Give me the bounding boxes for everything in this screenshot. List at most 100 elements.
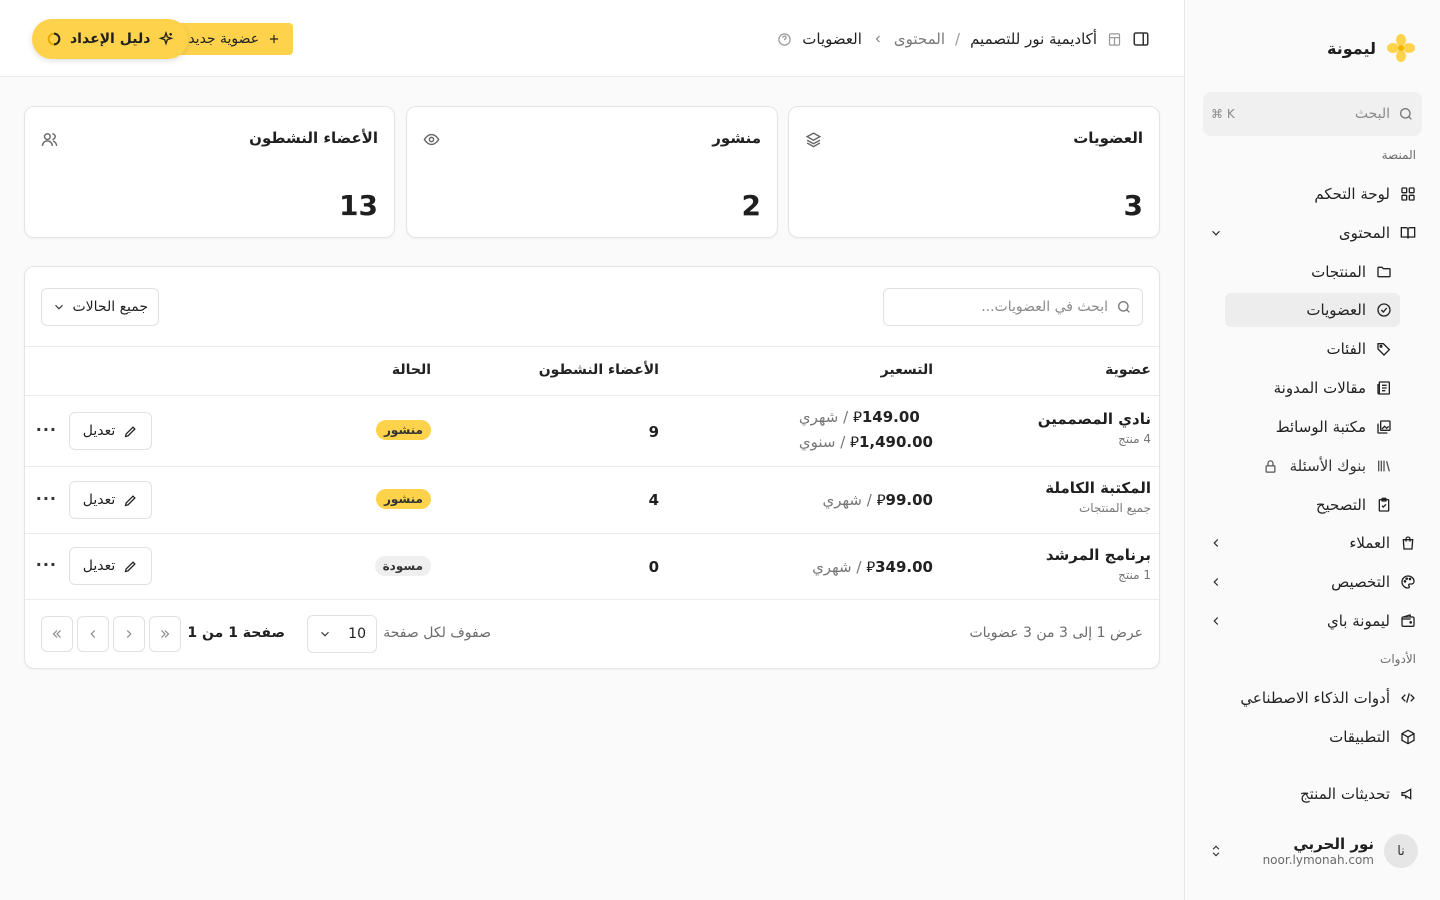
membership-cell: برنامج المرشد 1 منتج — [1046, 546, 1151, 582]
sidebar-item-products[interactable]: المنتجات — [1225, 255, 1400, 289]
table-search[interactable] — [883, 288, 1143, 326]
column-status[interactable]: الحالة — [392, 362, 431, 378]
rows-per-page-select[interactable]: 10 — [307, 615, 377, 653]
pricing-cell: ⃁149.00 / شهري ⃁1,490.00 / سنوي — [799, 408, 933, 452]
sidebar-item-customers[interactable]: العملاء — [1201, 526, 1424, 560]
stat-card-active-members: الأعضاء النشطون 13 — [24, 106, 395, 238]
stat-title: الأعضاء النشطون — [249, 129, 378, 147]
sidebar-item-blog[interactable]: مقالات المدونة — [1225, 371, 1400, 405]
membership-name[interactable]: المكتبة الكاملة — [1045, 479, 1151, 497]
stat-card-published: منشور 2 — [406, 106, 778, 238]
sidebar-item-content[interactable]: المحتوى — [1201, 216, 1424, 250]
image-library-icon — [1376, 419, 1392, 435]
layers-icon — [805, 131, 822, 148]
previous-page-button[interactable] — [113, 616, 145, 652]
column-active-members[interactable]: الأعضاء النشطون — [539, 362, 659, 378]
membership-name[interactable]: نادي المصممين — [1038, 410, 1151, 428]
user-email: noor.lymonah.com — [1262, 853, 1374, 867]
sidebar-item-label: التخصيص — [1331, 573, 1390, 591]
edit-button[interactable]: تعديل — [69, 547, 152, 585]
sparkles-icon — [158, 31, 174, 47]
sidebar-item-label: مقالات المدونة — [1273, 379, 1366, 397]
chevrons-up-down-icon[interactable] — [1209, 842, 1223, 860]
next-page-button[interactable] — [77, 616, 109, 652]
brand[interactable]: ليمونة — [1209, 30, 1416, 66]
sidebar-item-dashboard[interactable]: لوحة التحكم — [1201, 177, 1424, 211]
chevron-left-icon[interactable] — [1209, 536, 1223, 550]
sidebar-item-categories[interactable]: الفئات — [1225, 332, 1400, 366]
sidebar-item-apps[interactable]: التطبيقات — [1201, 720, 1424, 754]
sidebar-item-media[interactable]: مكتبة الوسائط — [1225, 410, 1400, 444]
edit-label: تعديل — [82, 558, 116, 574]
lemon-flower-logo-icon — [1386, 33, 1416, 63]
price-separator: / — [856, 558, 862, 576]
status-cell: منشور — [376, 420, 431, 440]
chevrons-right-icon — [158, 627, 172, 641]
edit-button[interactable]: تعديل — [69, 481, 152, 519]
breadcrumb-section[interactable]: المحتوى — [894, 30, 945, 48]
breadcrumb-site[interactable]: أكاديمية نور للتصميم — [970, 30, 1097, 48]
megaphone-icon — [1400, 786, 1416, 802]
chevron-down-icon — [318, 627, 332, 641]
tags-icon — [1376, 341, 1392, 357]
breadcrumb-separator-slash: / — [955, 30, 961, 48]
setup-guide-button[interactable]: دليل الإعداد — [32, 19, 189, 59]
more-actions-icon[interactable]: ··· — [36, 555, 57, 574]
price-period: سنوي — [798, 433, 836, 451]
stat-title: العضويات — [1073, 129, 1143, 147]
sidebar-item-ai-tools[interactable]: أدوات الذكاء الاصطناعي — [1201, 681, 1424, 715]
sidebar-item-customization[interactable]: التخصيص — [1201, 565, 1424, 599]
edit-button[interactable]: تعديل — [69, 412, 152, 450]
price-separator: / — [840, 433, 846, 451]
more-actions-icon[interactable]: ··· — [36, 420, 57, 439]
active-members-count: 9 — [648, 423, 659, 441]
sidebar-search-placeholder: البحث — [1354, 106, 1390, 122]
price-separator: / — [843, 408, 849, 426]
chevron-down-icon — [52, 300, 66, 314]
first-page-button[interactable] — [149, 616, 181, 652]
clipboard-check-icon — [1376, 497, 1392, 513]
sidebar-item-label: الفئات — [1326, 340, 1366, 358]
stat-value: 13 — [339, 189, 378, 222]
lock-icon — [1263, 459, 1278, 474]
more-actions-icon[interactable]: ··· — [36, 489, 57, 508]
price-line: ⃁99.00 / شهري — [823, 491, 934, 510]
sidebar-toggle-icon[interactable] — [1132, 30, 1150, 48]
membership-name[interactable]: برنامج المرشد — [1046, 546, 1151, 564]
membership-sub: جميع المنتجات — [1078, 501, 1151, 515]
last-page-button[interactable] — [41, 616, 73, 652]
membership-sub: 1 منتج — [1118, 568, 1151, 582]
membership-cell: نادي المصممين 4 منتج — [1038, 410, 1151, 446]
site-icon — [1107, 32, 1122, 47]
chevron-left-icon[interactable] — [1209, 614, 1223, 628]
progress-ring-icon — [46, 31, 62, 47]
user-profile[interactable]: نا نور الحربي noor.lymonah.com — [1201, 826, 1418, 876]
sidebar-item-question-banks[interactable]: بنوك الأسئلة — [1225, 449, 1400, 483]
chevron-left-icon — [872, 33, 884, 45]
chevron-left-icon[interactable] — [1209, 575, 1223, 589]
column-membership[interactable]: عضوية — [1105, 362, 1151, 378]
user-name: نور الحربي — [1293, 835, 1374, 853]
search-input[interactable] — [908, 299, 1108, 315]
folder-icon — [1376, 264, 1392, 280]
status-filter-select[interactable]: جميع الحالات — [41, 288, 159, 326]
column-pricing[interactable]: التسعير — [881, 362, 933, 378]
sidebar-item-memberships[interactable]: العضويات — [1225, 293, 1400, 327]
price-separator: / — [866, 491, 872, 509]
sidebar-search[interactable]: البحث ⌘ K — [1203, 92, 1422, 136]
membership-sub: 4 منتج — [1118, 432, 1151, 446]
table-header: عضوية التسعير الأعضاء النشطون الحالة — [25, 346, 1159, 396]
sidebar-item-product-updates[interactable]: تحديثات المنتج — [1201, 777, 1424, 811]
pagination-info: عرض 1 إلى 3 من 3 عضويات — [969, 625, 1143, 641]
chevron-down-icon[interactable] — [1209, 226, 1223, 240]
sidebar-item-grading[interactable]: التصحيح — [1225, 488, 1400, 522]
sidebar-item-lymonah-pay[interactable]: ليمونة باي — [1201, 604, 1424, 638]
pencil-icon — [123, 424, 138, 439]
currency-icon: ⃁ — [876, 491, 886, 509]
badge-check-icon — [1376, 302, 1392, 318]
search-icon — [1398, 106, 1414, 122]
price-amount: 349.00 — [875, 558, 933, 576]
help-circle-icon[interactable] — [777, 32, 792, 47]
grid-icon — [1400, 186, 1416, 202]
eye-icon — [423, 131, 440, 148]
